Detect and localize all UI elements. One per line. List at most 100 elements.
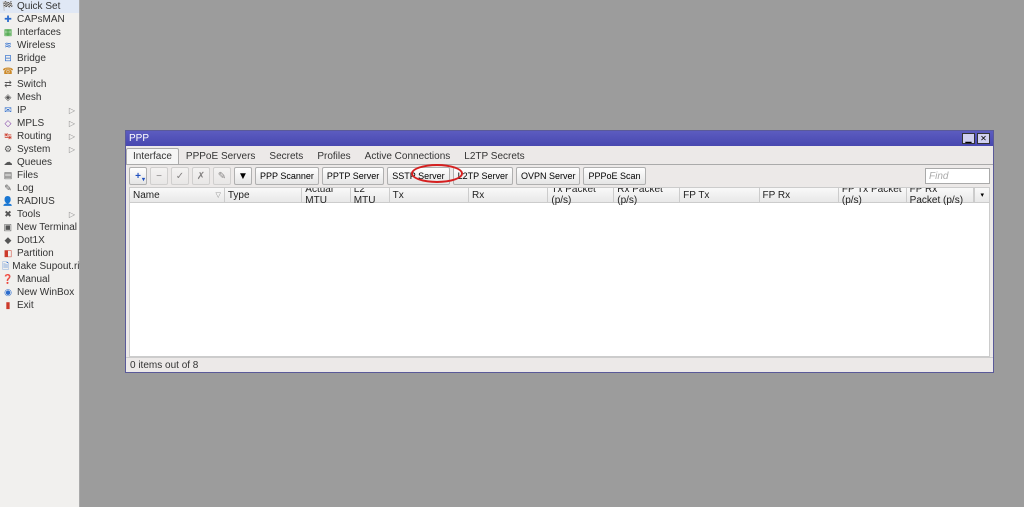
sidebar-item-label: Queues: [17, 157, 52, 168]
pppoe-scan-button[interactable]: PPPoE Scan: [583, 167, 645, 185]
sidebar-item-label: Switch: [17, 79, 46, 90]
disable-button[interactable]: ✗: [192, 167, 210, 185]
pptp-server-button[interactable]: PPTP Server: [322, 167, 384, 185]
check-icon: ✓: [176, 171, 184, 182]
sidebar-item-label: Mesh: [17, 92, 41, 103]
window-titlebar[interactable]: PPP ▁ ✕: [126, 131, 993, 146]
column-rx[interactable]: Rx: [469, 188, 548, 202]
sidebar-item-system[interactable]: ⚙System▷: [0, 143, 79, 156]
sidebar-item-label: Tools: [17, 209, 40, 220]
minus-icon: −: [156, 171, 162, 182]
column-actual-mtu[interactable]: Actual MTU: [302, 188, 351, 202]
sidebar-item-label: Exit: [17, 300, 34, 311]
filter-button[interactable]: ▼: [234, 167, 252, 185]
sidebar-item-routing[interactable]: ↹Routing▷: [0, 130, 79, 143]
sidebar-item-manual[interactable]: ❓Manual: [0, 273, 79, 286]
column-label: FP Rx: [763, 190, 791, 201]
sidebar-item-mesh[interactable]: ◈Mesh: [0, 91, 79, 104]
data-grid[interactable]: Name▽TypeActual MTUL2 MTUTxRxTx Packet (…: [129, 187, 990, 357]
routing-icon: ↹: [2, 131, 14, 143]
sidebar-item-log[interactable]: ✎Log: [0, 182, 79, 195]
tab-l2tp-secrets[interactable]: L2TP Secrets: [457, 148, 531, 164]
sidebar-item-new-winbox[interactable]: ◉New WinBox: [0, 286, 79, 299]
sidebar-item-queues[interactable]: ☁Queues: [0, 156, 79, 169]
column-fp-rx[interactable]: FP Rx: [760, 188, 839, 202]
grid-header: Name▽TypeActual MTUL2 MTUTxRxTx Packet (…: [130, 188, 989, 203]
tab-active-connections[interactable]: Active Connections: [358, 148, 458, 164]
sidebar-item-interfaces[interactable]: ▦Interfaces: [0, 26, 79, 39]
sidebar-item-ip[interactable]: ✉IP▷: [0, 104, 79, 117]
sidebar-item-label: Make Supout.rif: [12, 261, 82, 272]
tab-pppoe-servers[interactable]: PPPoE Servers: [179, 148, 262, 164]
sidebar-item-new-terminal[interactable]: ▣New Terminal: [0, 221, 79, 234]
bridge-icon: ⊟: [2, 53, 14, 65]
sidebar-item-label: Partition: [17, 248, 54, 259]
column-label: Type: [228, 190, 250, 201]
ovpn-server-button[interactable]: OVPN Server: [516, 167, 581, 185]
tab-interface[interactable]: Interface: [126, 148, 179, 164]
column-tx[interactable]: Tx: [390, 188, 469, 202]
enable-button[interactable]: ✓: [171, 167, 189, 185]
files-icon: ▤: [2, 170, 14, 182]
column-rx-packet-p-s-[interactable]: Rx Packet (p/s): [614, 188, 680, 202]
columns-menu-button[interactable]: ▾: [974, 188, 989, 202]
sidebar-item-switch[interactable]: ⇄Switch: [0, 78, 79, 91]
status-bar: 0 items out of 8: [126, 357, 993, 372]
chevron-right-icon: ▷: [69, 132, 77, 141]
l2tp-server-button[interactable]: L2TP Server: [453, 167, 513, 185]
sidebar-item-label: PPP: [17, 66, 37, 77]
sidebar-item-exit[interactable]: ▮Exit: [0, 299, 79, 312]
exit-icon: ▮: [2, 300, 14, 312]
find-input[interactable]: Find: [925, 168, 990, 184]
dropdown-icon: ▾: [142, 176, 145, 183]
watermark-text: RouterOS WinBox: [0, 350, 1, 447]
mpls-icon: ◇: [2, 118, 14, 130]
sidebar-item-tools[interactable]: ✖Tools▷: [0, 208, 79, 221]
column-name[interactable]: Name▽: [130, 188, 225, 202]
interfaces-icon: ▦: [2, 27, 14, 39]
dot1x-icon: ◆: [2, 235, 14, 247]
column-fp-rx-packet-p-s-[interactable]: FP Rx Packet (p/s): [907, 188, 975, 202]
sidebar-item-bridge[interactable]: ⊟Bridge: [0, 52, 79, 65]
column-fp-tx-packet-p-s-[interactable]: FP Tx Packet (p/s): [839, 188, 907, 202]
chevron-right-icon: ▷: [69, 210, 77, 219]
sidebar-item-label: Log: [17, 183, 34, 194]
desktop-area: PPP ▁ ✕ InterfacePPPoE ServersSecretsPro…: [80, 0, 1024, 507]
tab-profiles[interactable]: Profiles: [310, 148, 357, 164]
window-minimize-icon[interactable]: ▁: [962, 133, 975, 144]
x-icon: ✗: [197, 171, 205, 182]
column-type[interactable]: Type: [225, 188, 302, 202]
queues-icon: ☁: [2, 157, 14, 169]
column-label: Actual MTU: [305, 187, 347, 206]
sidebar-item-files[interactable]: ▤Files: [0, 169, 79, 182]
sidebar-item-wireless[interactable]: ≋Wireless: [0, 39, 79, 52]
quick-set-icon: 🏁: [2, 1, 14, 13]
sidebar-item-quick-set[interactable]: 🏁Quick Set: [0, 0, 79, 13]
sidebar-item-radius[interactable]: 👤RADIUS: [0, 195, 79, 208]
window-close-icon[interactable]: ✕: [977, 133, 990, 144]
remove-button[interactable]: −: [150, 167, 168, 185]
sidebar-item-make-supout-rif[interactable]: 🗎Make Supout.rif: [0, 260, 79, 273]
column-tx-packet-p-s-[interactable]: Tx Packet (p/s): [548, 188, 614, 202]
ppp-scanner-button[interactable]: PPP Scanner: [255, 167, 319, 185]
chevron-right-icon: ▷: [69, 106, 77, 115]
sstp-server-button[interactable]: SSTP Server: [387, 167, 449, 185]
tab-bar: InterfacePPPoE ServersSecretsProfilesAct…: [126, 146, 993, 165]
sidebar-item-mpls[interactable]: ◇MPLS▷: [0, 117, 79, 130]
plus-icon: +: [135, 171, 141, 182]
add-button[interactable]: +▾: [129, 167, 147, 185]
column-fp-tx[interactable]: FP Tx: [680, 188, 759, 202]
sidebar-item-dot1x[interactable]: ◆Dot1X: [0, 234, 79, 247]
ppp-window: PPP ▁ ✕ InterfacePPPoE ServersSecretsPro…: [125, 130, 994, 373]
sidebar-item-ppp[interactable]: ☎PPP: [0, 65, 79, 78]
comment-icon: ✎: [218, 171, 226, 182]
comment-button[interactable]: ✎: [213, 167, 231, 185]
window-title: PPP: [129, 133, 149, 144]
tab-secrets[interactable]: Secrets: [262, 148, 310, 164]
new-winbox-icon: ◉: [2, 287, 14, 299]
capsman-icon: ✚: [2, 14, 14, 26]
sidebar-item-partition[interactable]: ◧Partition: [0, 247, 79, 260]
sidebar-item-capsman[interactable]: ✚CAPsMAN: [0, 13, 79, 26]
log-icon: ✎: [2, 183, 14, 195]
column-l2-mtu[interactable]: L2 MTU: [351, 188, 390, 202]
